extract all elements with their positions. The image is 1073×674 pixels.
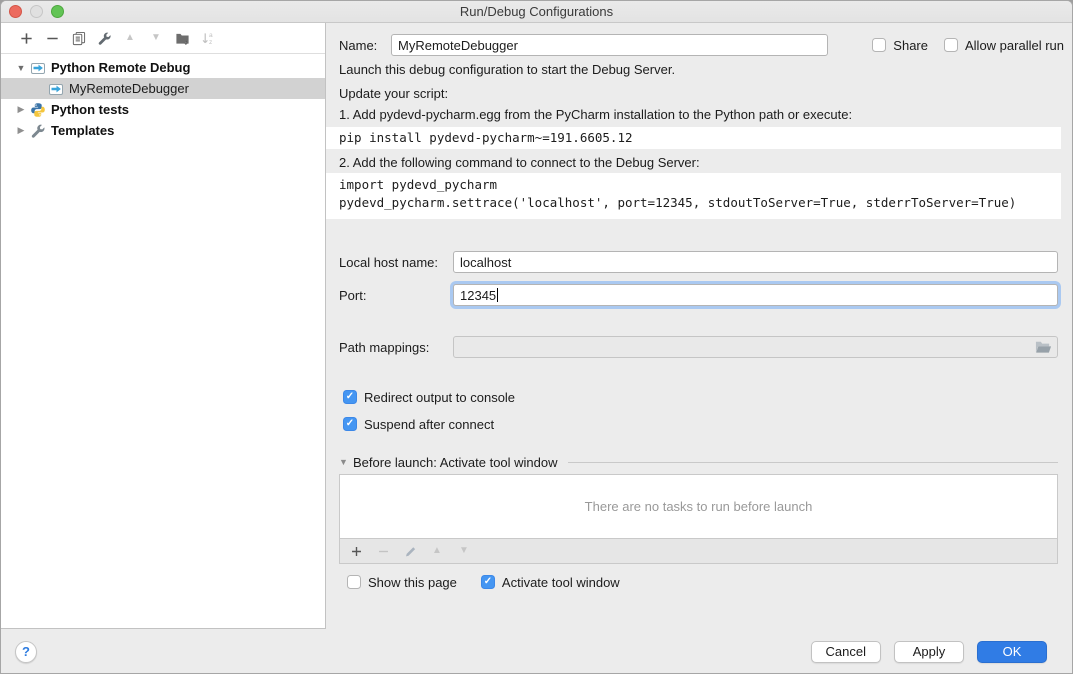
new-folder-icon[interactable] (174, 30, 190, 46)
edit-task-icon[interactable] (403, 544, 417, 558)
remote-debug-config-icon (30, 60, 46, 76)
move-down-icon[interactable]: ▼ (148, 30, 164, 46)
sidebar-toolbar: ▲ ▼ az (1, 23, 325, 54)
suspend-after-connect-row: ✓ Suspend after connect (339, 416, 494, 432)
configuration-editor: Name: ✓ Share ✓ Allow parallel run Launc… (326, 23, 1073, 629)
text-cursor (497, 288, 498, 302)
name-input[interactable] (391, 34, 828, 56)
redirect-output-checkbox[interactable]: ✓ (343, 390, 357, 404)
minimize-window-button (30, 5, 43, 18)
page-options-row: ✓ Show this page ✓ Activate tool window (339, 574, 620, 590)
section-divider (568, 462, 1058, 463)
allow-parallel-run-label: Allow parallel run (965, 38, 1064, 53)
remove-task-icon[interactable] (376, 544, 390, 558)
show-this-page-label: Show this page (368, 575, 457, 590)
local-host-label: Local host name: (339, 255, 453, 270)
add-task-icon[interactable] (349, 544, 363, 558)
instruction-intro: Launch this debug configuration to start… (339, 62, 1061, 78)
move-task-down-icon[interactable]: ▼ (457, 544, 471, 558)
move-task-up-icon[interactable]: ▲ (430, 544, 444, 558)
tree-item-python-tests[interactable]: ▶ Python tests (1, 99, 325, 120)
window-title: Run/Debug Configurations (1, 1, 1072, 22)
port-label: Port: (339, 288, 453, 303)
activate-tool-window-label: Activate tool window (502, 575, 620, 590)
share-label: Share (893, 38, 928, 53)
browse-folder-icon[interactable] (1035, 340, 1052, 354)
empty-tasks-message: There are no tasks to run before launch (585, 499, 813, 514)
tree-item-label: Templates (51, 123, 114, 138)
chevron-collapsed-icon[interactable]: ▶ (15, 104, 27, 115)
tree-item-templates[interactable]: ▶ Templates (1, 120, 325, 141)
edit-templates-icon[interactable] (96, 30, 112, 46)
python-icon (30, 102, 46, 118)
wrench-icon (30, 123, 46, 139)
tree-item-myremotedebugger[interactable]: MyRemoteDebugger (1, 78, 325, 99)
activate-tool-window-checkbox[interactable]: ✓ (481, 575, 495, 589)
local-host-input[interactable] (453, 251, 1058, 273)
settrace-code-block: import pydevd_pycharm pydevd_pycharm.set… (326, 173, 1061, 219)
add-configuration-icon[interactable] (18, 30, 34, 46)
redirect-output-label: Redirect output to console (364, 390, 515, 405)
allow-parallel-run-checkbox[interactable]: ✓ (944, 38, 958, 52)
share-checkbox-row: ✓ Share (872, 38, 928, 53)
svg-text:a: a (208, 32, 212, 39)
instruction-update: Update your script: (339, 86, 1061, 102)
share-checkbox[interactable]: ✓ (872, 38, 886, 52)
tree-item-label: Python tests (51, 102, 129, 117)
chevron-collapsed-icon[interactable]: ▶ (15, 125, 27, 136)
dialog-footer: ? Cancel Apply OK (1, 629, 1072, 674)
run-debug-configurations-dialog: Run/Debug Configurations ▲ ▼ az (0, 0, 1073, 674)
before-launch-tasks-list[interactable]: There are no tasks to run before launch (339, 474, 1058, 539)
path-mappings-row: Path mappings: (339, 336, 1058, 358)
before-launch-title: Before launch: Activate tool window (353, 455, 558, 470)
collapse-triangle-icon[interactable]: ▼ (339, 457, 353, 467)
configurations-sidebar: ▲ ▼ az ▼ Python Remote Debug (1, 23, 326, 629)
show-this-page-checkbox[interactable]: ✓ (347, 575, 361, 589)
code-line: pydevd_pycharm.settrace('localhost', por… (339, 194, 1061, 212)
instruction-step1: 1. Add pydevd-pycharm.egg from the PyCha… (339, 107, 1061, 123)
configurations-tree: ▼ Python Remote Debug MyRemoteDebugger ▶ (1, 54, 325, 141)
copy-configuration-icon[interactable] (70, 30, 86, 46)
tree-item-label: Python Remote Debug (51, 60, 190, 75)
titlebar: Run/Debug Configurations (1, 1, 1072, 23)
remove-configuration-icon[interactable] (44, 30, 60, 46)
suspend-after-connect-label: Suspend after connect (364, 417, 494, 432)
pip-install-code-block: pip install pydevd-pycharm~=191.6605.12 (326, 127, 1061, 149)
name-label: Name: (339, 38, 391, 53)
help-button[interactable]: ? (15, 641, 37, 663)
close-window-button[interactable] (9, 5, 22, 18)
chevron-expanded-icon[interactable]: ▼ (15, 63, 27, 73)
cancel-button[interactable]: Cancel (811, 641, 881, 663)
move-up-icon[interactable]: ▲ (122, 30, 138, 46)
svg-text:z: z (208, 39, 211, 46)
path-mappings-input[interactable] (453, 336, 1058, 358)
code-line: import pydevd_pycharm (339, 176, 1061, 194)
port-input[interactable] (453, 284, 1058, 306)
port-row: Port: (339, 284, 1058, 306)
traffic-lights (9, 5, 64, 18)
redirect-output-row: ✓ Redirect output to console (339, 389, 515, 405)
remote-debug-config-icon (48, 81, 64, 97)
sort-configurations-icon[interactable]: az (200, 30, 216, 46)
path-mappings-label: Path mappings: (339, 340, 453, 355)
suspend-after-connect-checkbox[interactable]: ✓ (343, 417, 357, 431)
allow-parallel-run-checkbox-row: ✓ Allow parallel run (944, 38, 1064, 53)
tasks-toolbar: ▲ ▼ (339, 539, 1058, 564)
local-host-row: Local host name: (339, 251, 1058, 273)
zoom-window-button[interactable] (51, 5, 64, 18)
name-row: Name: ✓ Share ✓ Allow parallel run (339, 34, 1064, 56)
instruction-step2: 2. Add the following command to connect … (339, 155, 1061, 171)
tree-item-python-remote-debug[interactable]: ▼ Python Remote Debug (1, 57, 325, 78)
before-launch-section-header[interactable]: ▼ Before launch: Activate tool window (339, 454, 1058, 470)
ok-button[interactable]: OK (977, 641, 1047, 663)
tree-item-label: MyRemoteDebugger (69, 81, 189, 96)
apply-button[interactable]: Apply (894, 641, 964, 663)
